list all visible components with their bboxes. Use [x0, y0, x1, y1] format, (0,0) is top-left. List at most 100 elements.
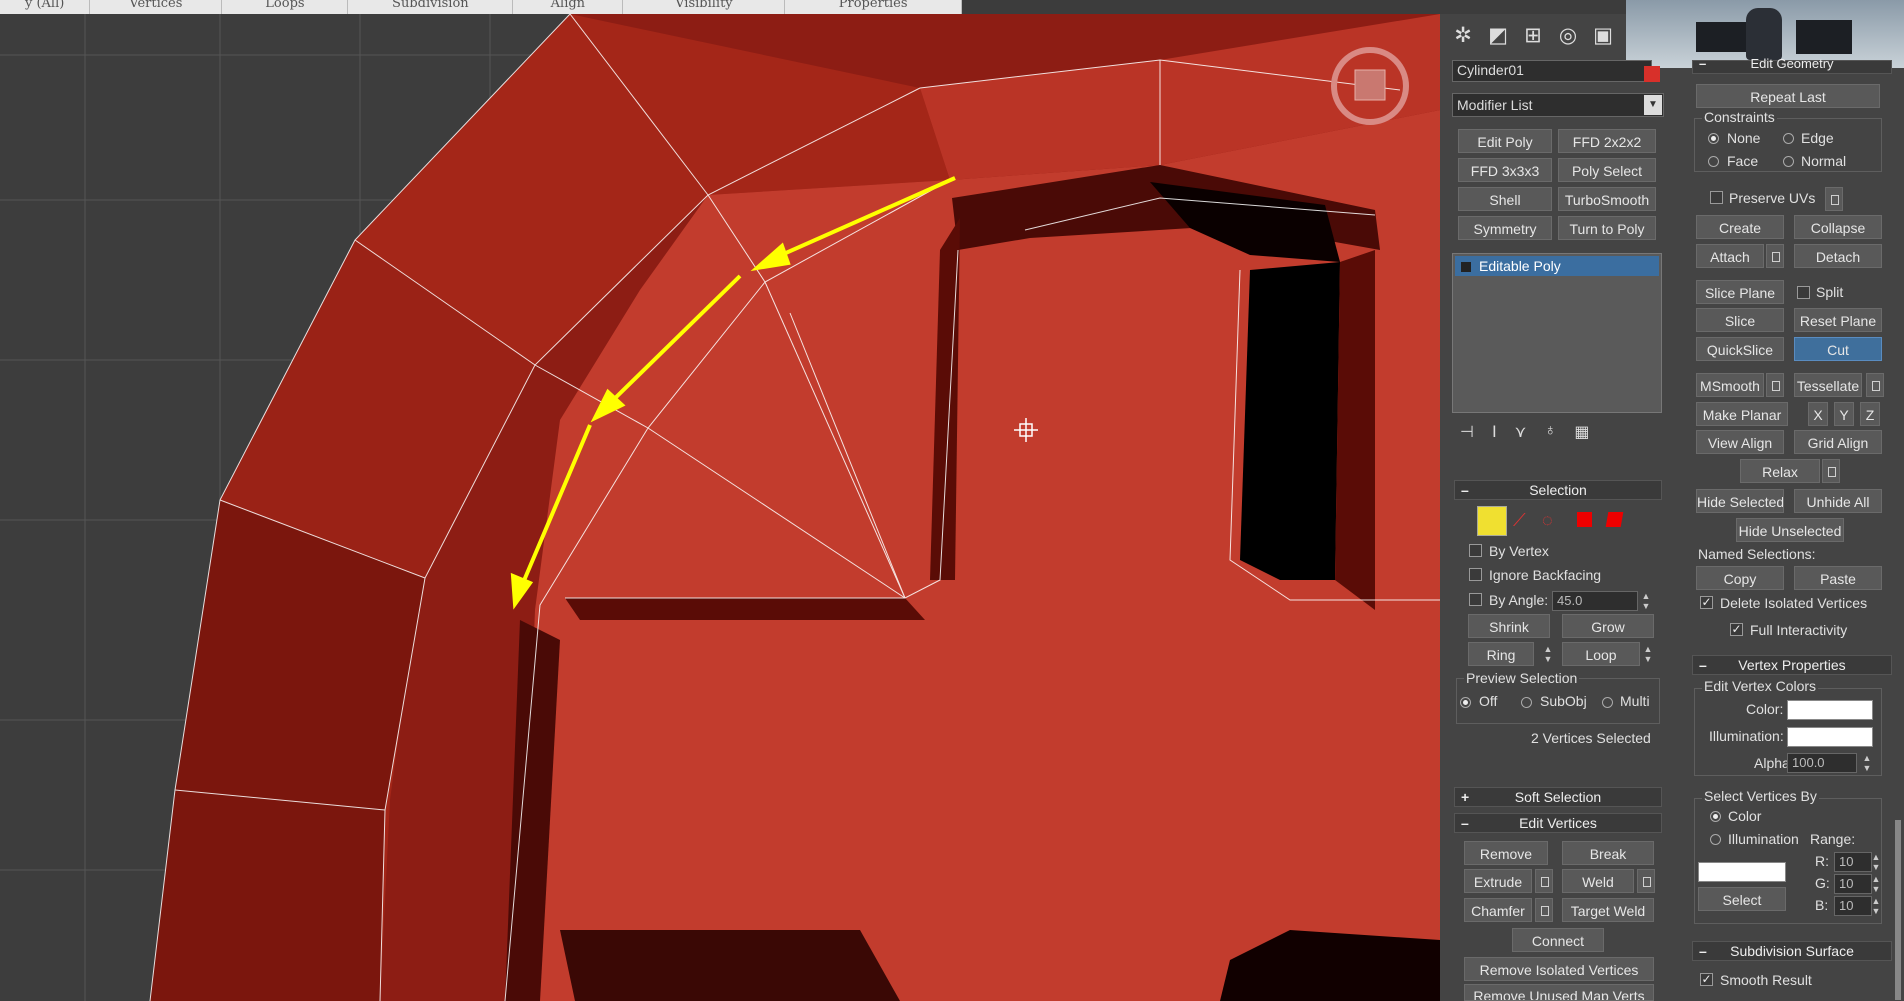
vertex-color-swatch[interactable]: [1787, 700, 1873, 720]
modifier-button[interactable]: Poly Select: [1558, 158, 1656, 182]
preview-subobj-radio[interactable]: [1521, 697, 1532, 708]
alpha-input[interactable]: 100.0: [1787, 753, 1857, 773]
ribbon-tab-5[interactable]: Visibility: [623, 0, 786, 14]
modifier-button[interactable]: Shell: [1458, 187, 1552, 211]
weld-button[interactable]: Weld: [1562, 869, 1634, 893]
remove-button[interactable]: Remove: [1464, 841, 1548, 865]
constraint-normal-radio[interactable]: [1783, 156, 1794, 167]
edge-mode-icon[interactable]: ⟋: [1513, 510, 1526, 531]
attach-settings-icon[interactable]: [1766, 244, 1784, 268]
repeat-last-button[interactable]: Repeat Last: [1696, 84, 1880, 108]
preserve-uvs-checkbox[interactable]: [1710, 191, 1723, 204]
chevron-down-icon[interactable]: ▼: [1644, 95, 1662, 115]
quickslice-button[interactable]: QuickSlice: [1696, 337, 1784, 361]
constraint-edge-radio[interactable]: [1783, 133, 1794, 144]
hierarchy-tab-icon[interactable]: ⊞: [1520, 23, 1546, 49]
alpha-spinner[interactable]: ▲ ▼: [1861, 753, 1873, 773]
extrude-button[interactable]: Extrude: [1464, 869, 1532, 893]
ribbon-tab-1[interactable]: Vertices: [90, 0, 223, 14]
element-mode-icon[interactable]: [1605, 512, 1624, 527]
modifier-button[interactable]: FFD 3x3x3: [1458, 158, 1552, 182]
delete-isolated-checkbox[interactable]: ✓: [1700, 596, 1713, 609]
remove-unused-map-verts-button[interactable]: Remove Unused Map Verts: [1464, 984, 1654, 1001]
range-r-spinner[interactable]: ▲ ▼: [1870, 852, 1882, 872]
modifier-list-dropdown[interactable]: Modifier List: [1452, 93, 1664, 117]
paste-button[interactable]: Paste: [1794, 566, 1882, 590]
slice-plane-button[interactable]: Slice Plane: [1696, 280, 1784, 304]
select-by-color-radio[interactable]: [1710, 811, 1721, 822]
copy-button[interactable]: Copy: [1696, 566, 1784, 590]
by-angle-checkbox[interactable]: [1469, 593, 1482, 606]
msmooth-button[interactable]: MSmooth: [1696, 373, 1764, 397]
create-button[interactable]: Create: [1696, 215, 1784, 239]
split-checkbox[interactable]: [1797, 286, 1810, 299]
hide-unselected-button[interactable]: Hide Unselected: [1736, 518, 1844, 542]
select-color-swatch[interactable]: [1698, 862, 1786, 882]
chamfer-settings-icon[interactable]: [1535, 898, 1553, 922]
illumination-swatch[interactable]: [1787, 727, 1873, 747]
attach-button[interactable]: Attach: [1696, 244, 1764, 268]
range-r-input[interactable]: 10: [1834, 852, 1872, 872]
preview-multi-radio[interactable]: [1602, 697, 1613, 708]
smooth-result-checkbox[interactable]: ✓: [1700, 973, 1713, 986]
modifier-button[interactable]: Edit Poly: [1458, 129, 1552, 153]
ignore-backfacing-checkbox[interactable]: [1469, 568, 1482, 581]
full-interactivity-checkbox[interactable]: ✓: [1730, 623, 1743, 636]
modifier-button[interactable]: Turn to Poly: [1558, 216, 1656, 240]
make-unique-icon[interactable]: ⋎: [1515, 422, 1527, 446]
viewport[interactable]: [0, 14, 1440, 1001]
ribbon-tab-0[interactable]: y (All): [0, 0, 91, 14]
make-planar-button[interactable]: Make Planar: [1696, 402, 1788, 426]
weld-settings-icon[interactable]: [1637, 869, 1655, 893]
modifier-button[interactable]: TurboSmooth: [1558, 187, 1656, 211]
connect-button[interactable]: Connect: [1512, 928, 1604, 952]
vertex-properties-rollout-header[interactable]: – Vertex Properties: [1692, 655, 1892, 675]
remove-isolated-vertices-button[interactable]: Remove Isolated Vertices: [1464, 957, 1654, 981]
reset-plane-button[interactable]: Reset Plane: [1794, 308, 1882, 332]
show-end-result-icon[interactable]: Ⅰ: [1492, 422, 1497, 446]
motion-tab-icon[interactable]: ◎: [1555, 23, 1581, 49]
planar-z-button[interactable]: Z: [1860, 402, 1880, 426]
loop-spinner[interactable]: ▲ ▼: [1642, 644, 1654, 664]
planar-x-button[interactable]: X: [1808, 402, 1828, 426]
modifier-button[interactable]: FFD 2x2x2: [1558, 129, 1656, 153]
constraint-face-radio[interactable]: [1708, 156, 1719, 167]
hide-selected-button[interactable]: Hide Selected: [1696, 489, 1784, 513]
select-by-illumination-radio[interactable]: [1710, 834, 1721, 845]
ribbon-tab-3[interactable]: Subdivision: [348, 0, 514, 14]
command-panel-scrollbar[interactable]: [1895, 820, 1901, 1000]
polygon-mode-icon[interactable]: [1577, 512, 1592, 527]
planar-y-button[interactable]: Y: [1834, 402, 1854, 426]
tessellate-button[interactable]: Tessellate: [1794, 373, 1862, 397]
break-button[interactable]: Break: [1562, 841, 1654, 865]
range-b-input[interactable]: 10: [1834, 896, 1872, 916]
preview-off-radio[interactable]: [1460, 697, 1471, 708]
angle-spinner[interactable]: ▲ ▼: [1640, 591, 1652, 611]
ribbon-tab-4[interactable]: Align: [513, 0, 624, 14]
configure-sets-icon[interactable]: ▦: [1574, 422, 1589, 446]
collapse-button[interactable]: Collapse: [1794, 215, 1882, 239]
msmooth-settings-icon[interactable]: [1766, 373, 1784, 397]
relax-button[interactable]: Relax: [1740, 459, 1820, 483]
pin-stack-icon[interactable]: ⊣: [1460, 422, 1474, 446]
ribbon-tab-2[interactable]: Loops: [222, 0, 349, 14]
preserve-uvs-settings-icon[interactable]: [1825, 187, 1843, 211]
remove-modifier-icon[interactable]: ♁: [1544, 422, 1556, 446]
create-tab-icon[interactable]: ✲: [1450, 23, 1476, 49]
select-by-button[interactable]: Select: [1698, 887, 1786, 911]
edit-vertices-rollout-header[interactable]: – Edit Vertices: [1454, 813, 1662, 833]
range-g-spinner[interactable]: ▲ ▼: [1870, 874, 1882, 894]
display-tab-icon[interactable]: ▣: [1590, 23, 1616, 49]
border-mode-icon[interactable]: ◌: [1542, 510, 1553, 531]
object-name-field[interactable]: Cylinder01: [1452, 60, 1652, 82]
by-vertex-checkbox[interactable]: [1469, 544, 1482, 557]
unhide-all-button[interactable]: Unhide All: [1794, 489, 1882, 513]
selection-rollout-header[interactable]: – Selection: [1454, 480, 1662, 500]
constraint-none-radio[interactable]: [1708, 133, 1719, 144]
detach-button[interactable]: Detach: [1794, 244, 1882, 268]
slice-button[interactable]: Slice: [1696, 308, 1784, 332]
extrude-settings-icon[interactable]: [1535, 869, 1553, 893]
target-weld-button[interactable]: Target Weld: [1562, 898, 1654, 922]
shrink-button[interactable]: Shrink: [1468, 614, 1550, 638]
angle-input[interactable]: 45.0: [1552, 591, 1638, 611]
